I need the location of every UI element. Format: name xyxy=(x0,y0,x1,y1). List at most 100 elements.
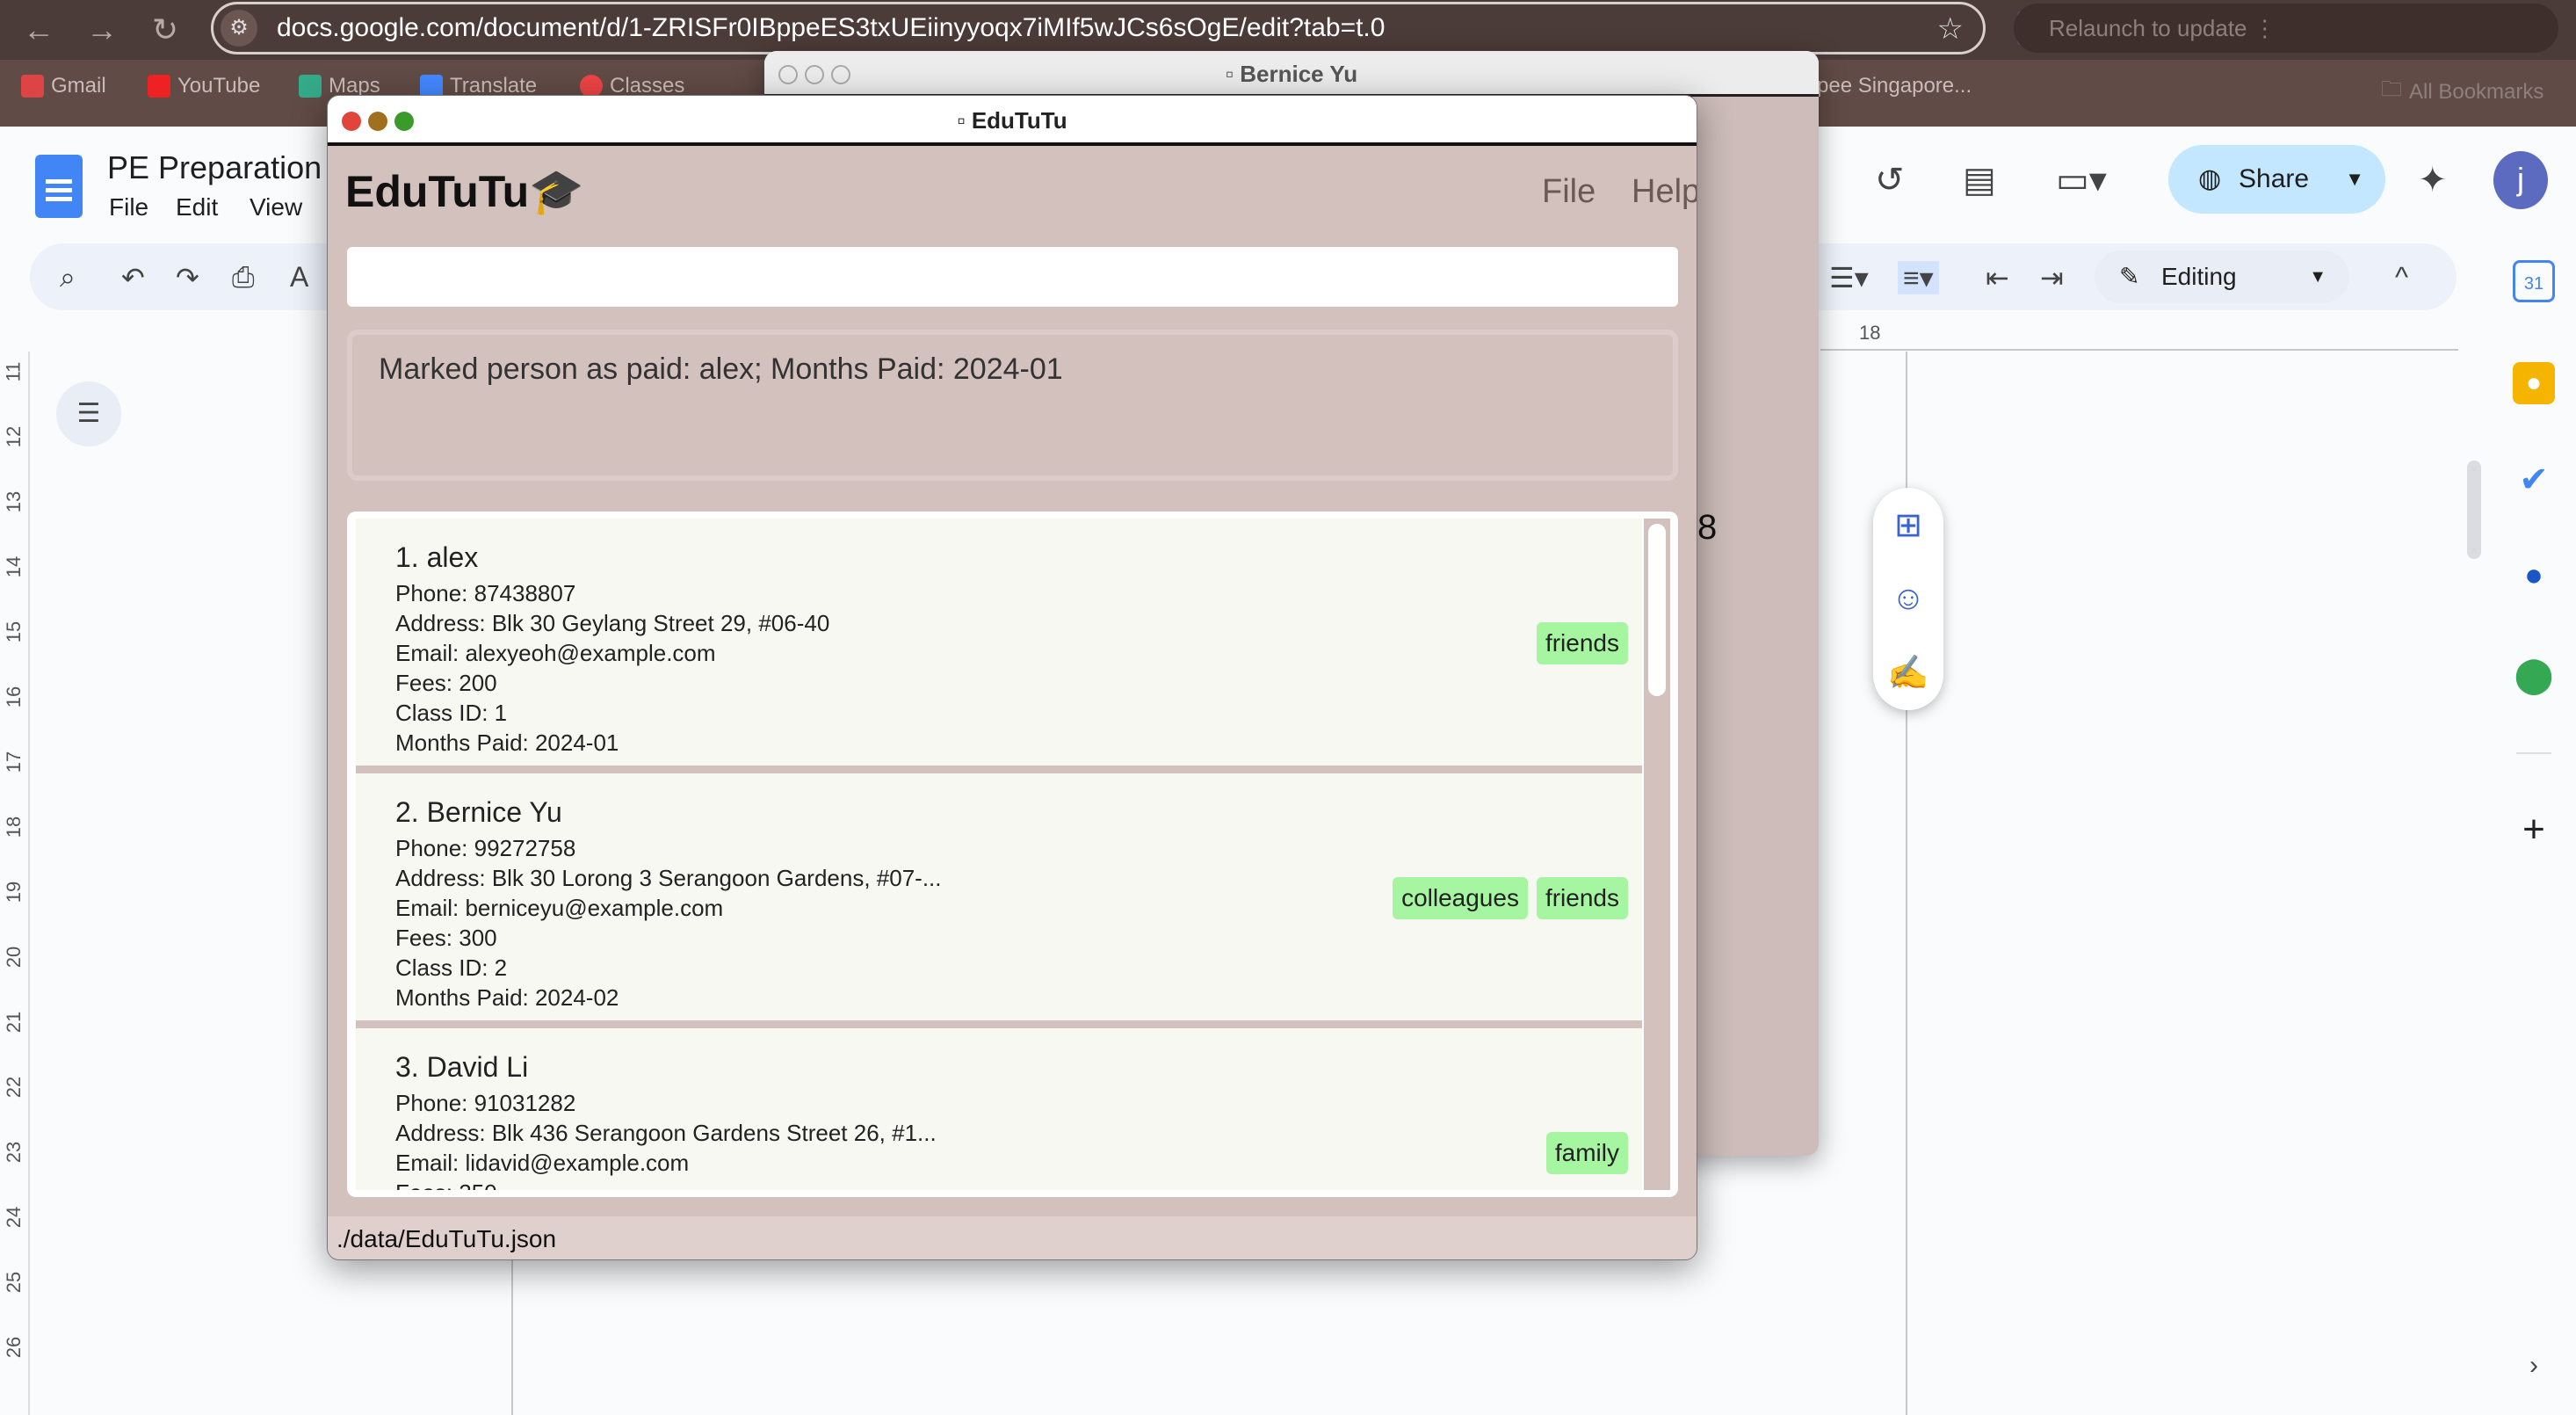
horizontal-ruler xyxy=(1820,349,2458,351)
person-address: Address: Blk 30 Geylang Street 29, #06-4… xyxy=(395,610,830,636)
meet-icon[interactable]: ▭▾ xyxy=(2056,160,2107,200)
tag-list: colleagues friends xyxy=(1393,877,1628,919)
person-list: 1. alex Phone: 87438807 Address: Blk 30 Ge… xyxy=(347,512,1678,1197)
ruler-number: 19 xyxy=(3,881,25,903)
tag-badge: friends xyxy=(1536,877,1628,919)
command-input[interactable] xyxy=(347,247,1678,307)
gemini-icon[interactable]: ✦ xyxy=(2418,160,2448,200)
document-scrollbar[interactable] xyxy=(2467,461,2481,559)
minimize-button[interactable] xyxy=(368,112,387,131)
relaunch-button[interactable]: Relaunch to update ⋮ xyxy=(2014,4,2558,53)
bookmark-youtube[interactable]: YouTube xyxy=(148,74,260,98)
ruler-number: 22 xyxy=(3,1076,25,1099)
title-bar: ▫ Bernice Yu xyxy=(764,51,1819,97)
person-card[interactable]: 1. alex Phone: 87438807 Address: Blk 30 Ge… xyxy=(356,519,1642,766)
maximize-button[interactable] xyxy=(394,112,414,131)
emoji-icon[interactable]: ☺ xyxy=(1892,580,1926,618)
tag-list: friends xyxy=(1536,622,1628,664)
calendar-icon[interactable]: 31 xyxy=(2513,260,2555,302)
chevron-right-icon[interactable]: › xyxy=(2513,1345,2555,1387)
search-icon[interactable]: ⌕ xyxy=(60,261,76,294)
increase-indent-icon[interactable]: ⇥ xyxy=(2040,261,2064,294)
undo-icon[interactable]: ↶ xyxy=(121,261,145,294)
maps-icon[interactable]: ⬤ xyxy=(2513,654,2555,696)
close-button[interactable] xyxy=(778,65,798,84)
contacts-icon[interactable]: ● xyxy=(2513,554,2555,596)
person-class: Class ID: 2 xyxy=(395,954,508,981)
all-bookmarks[interactable]: 🗀 All Bookmarks xyxy=(2381,74,2543,110)
forward-button[interactable]: → xyxy=(81,9,123,51)
menu-edit[interactable]: Edit xyxy=(176,193,218,221)
ruler-number: 13 xyxy=(3,490,25,513)
tag-badge: family xyxy=(1545,1132,1628,1174)
docs-logo-icon[interactable] xyxy=(35,155,83,218)
maximize-button[interactable] xyxy=(831,65,850,84)
ruler-number: 14 xyxy=(3,555,25,578)
ruler-number: 26 xyxy=(3,1336,25,1359)
ruler-number: 18 xyxy=(3,816,25,838)
ruler-mark: 18 xyxy=(1859,322,1881,344)
url-text: docs.google.com/document/d/1-ZRISFr0IBpp… xyxy=(277,13,1386,42)
bookmark-star-icon[interactable]: ☆ xyxy=(1937,11,1964,47)
history-icon[interactable]: ↺ xyxy=(1875,160,1905,200)
keep-icon[interactable]: ● xyxy=(2513,362,2555,404)
list-scrollbar[interactable] xyxy=(1644,519,1670,1190)
add-addon-icon[interactable]: + xyxy=(2513,809,2555,851)
person-email: Email: lidavid@example.com xyxy=(395,1150,690,1176)
editing-mode-dropdown[interactable]: ✎ Editing ▼ xyxy=(2095,250,2349,303)
tag-badge: colleagues xyxy=(1393,877,1528,919)
outline-icon[interactable]: ☰ xyxy=(56,381,121,446)
menu-file[interactable]: File xyxy=(109,193,148,221)
window-title: EduTuTu xyxy=(971,107,1067,134)
collapse-toolbar-icon[interactable]: ^ xyxy=(2395,261,2408,294)
person-fees: Fees: 200 xyxy=(395,670,497,696)
chevron-down-icon: ▼ xyxy=(2309,267,2326,287)
bookmark-label: pee Singapore... xyxy=(1817,74,1972,98)
comments-icon[interactable]: ▤ xyxy=(1963,160,1996,200)
document-title[interactable]: PE Preparation xyxy=(107,149,322,186)
menu-file[interactable]: File xyxy=(1542,173,1596,211)
document-text-fragment: 8 xyxy=(1697,508,1718,547)
print-icon[interactable]: ⎙ xyxy=(232,261,255,294)
menu-view[interactable]: View xyxy=(250,193,302,221)
minimize-button[interactable] xyxy=(805,65,824,84)
share-dropdown-icon[interactable]: ▼ xyxy=(2345,145,2364,214)
add-comment-icon[interactable]: ⊞ xyxy=(1894,505,1922,545)
editing-label: Editing xyxy=(2161,263,2237,290)
address-bar[interactable]: ⚙ docs.google.com/document/d/1-ZRISFr0IB… xyxy=(211,2,1986,54)
person-card[interactable]: 3. David Li Phone: 91031282 Address: Blk 4… xyxy=(356,1028,1642,1190)
tasks-icon[interactable]: ✔ xyxy=(2513,459,2555,501)
bulleted-list-icon[interactable]: ☰▾ xyxy=(1829,261,1869,294)
result-display: Marked person as paid: alex; Months Paid… xyxy=(347,330,1678,481)
back-button[interactable]: ← xyxy=(18,9,60,51)
ruler-number: 23 xyxy=(3,1141,25,1164)
suggest-edit-icon[interactable]: ✍ xyxy=(1887,654,1928,693)
reload-button[interactable]: ↻ xyxy=(144,9,186,51)
site-info-icon[interactable]: ⚙ xyxy=(221,10,257,47)
person-card[interactable]: 2. Bernice Yu Phone: 99272758 Address: Blk… xyxy=(356,773,1642,1020)
pencil-icon: ✎ xyxy=(2119,263,2140,290)
decrease-indent-icon[interactable]: ⇤ xyxy=(1986,261,2009,294)
gmail-icon xyxy=(21,75,44,98)
share-button[interactable]: ◍ Share ▼ xyxy=(2168,145,2385,214)
account-avatar[interactable]: j xyxy=(2493,151,2548,209)
redo-icon[interactable]: ↷ xyxy=(176,261,199,294)
share-label: Share xyxy=(2239,164,2310,193)
brand-text: EduTuTu xyxy=(345,167,530,216)
bookmark-gmail[interactable]: Gmail xyxy=(21,74,106,98)
ruler-number: 21 xyxy=(3,1011,25,1034)
person-phone: Phone: 99272758 xyxy=(395,835,576,861)
person-name: 2. Bernice Yu xyxy=(395,796,562,828)
menu-help[interactable]: Help xyxy=(1632,173,1697,211)
scrollbar-thumb[interactable] xyxy=(1648,524,1666,696)
tag-badge: friends xyxy=(1536,622,1628,664)
spellcheck-icon[interactable]: A xyxy=(290,261,308,294)
youtube-icon xyxy=(148,75,170,98)
close-button[interactable] xyxy=(342,112,361,131)
bookmark-shopee[interactable]: pee Singapore... xyxy=(1817,74,1972,98)
result-text: Marked person as paid: alex; Months Paid… xyxy=(379,352,1063,386)
numbered-list-icon[interactable]: ≡▾ xyxy=(1898,261,1939,294)
bookmark-label: Gmail xyxy=(51,74,106,98)
person-class: Class ID: 1 xyxy=(395,700,508,726)
floating-actions: ⊞ ☺ ✍ xyxy=(1873,488,1943,710)
